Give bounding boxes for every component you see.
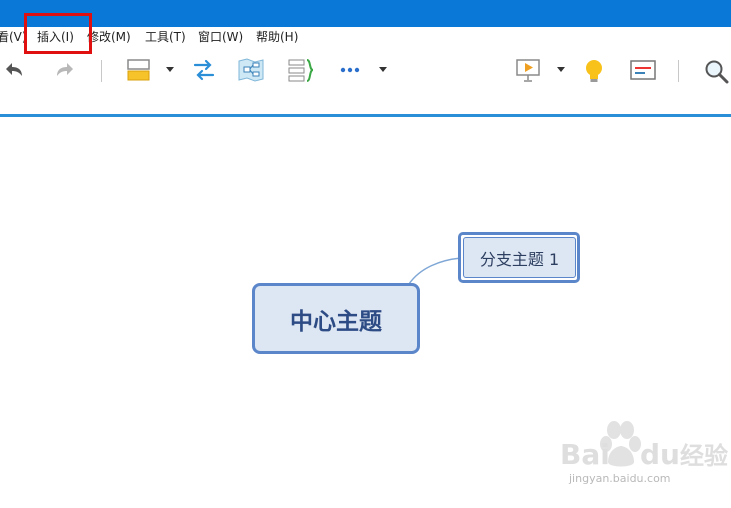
central-topic[interactable]: 中心主题 [252,283,420,354]
watermark-url: jingyan.baidu.com [569,472,671,485]
baidu-watermark-logo: Bai du 经验 [556,418,731,504]
highlight-annotation-box [24,13,92,54]
branch-topic[interactable]: 分支主题 1 [463,237,576,278]
branch-topic-label: 分支主题 1 [479,249,560,269]
svg-text:经验: 经验 [680,442,728,470]
svg-text:du: du [640,438,680,471]
central-topic-label: 中心主题 [290,308,382,335]
svg-text:Bai: Bai [560,438,610,471]
